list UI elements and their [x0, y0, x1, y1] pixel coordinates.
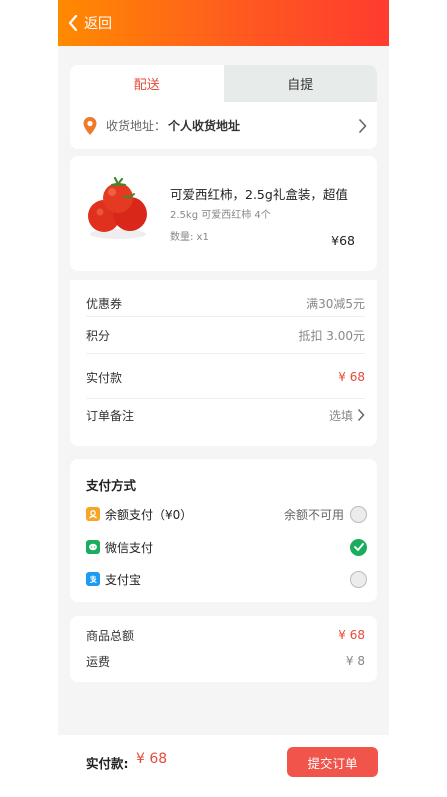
coupon-label: 优惠券: [86, 296, 123, 311]
coupon-value: 满30减5元: [306, 296, 365, 311]
product-quantity: 数量: x1: [170, 232, 209, 243]
remark-label: 订单备注: [86, 408, 135, 423]
payment-option-label: 余额支付（¥0）: [105, 507, 193, 522]
goods-total-label: 商品总额: [86, 628, 135, 643]
divider: [86, 316, 365, 317]
paid-value: ¥ 68: [338, 370, 365, 384]
shipping-row: 运费 ¥ 8: [86, 650, 365, 672]
shipping-value: ¥ 8: [345, 654, 365, 668]
points-row[interactable]: 积分 抵扣 3.00元: [86, 322, 365, 348]
tomato-image: [88, 176, 147, 239]
payment-option-balance[interactable]: 余额支付（¥0） 余额不可用: [86, 505, 367, 523]
divider: [86, 353, 365, 354]
payment-option-wechat[interactable]: 微信支付: [86, 538, 367, 556]
delivery-card: 配送 自提 收货地址： 个人收货地址: [70, 65, 377, 149]
radio-unchecked[interactable]: [350, 570, 367, 588]
payment-option-label: 支付宝: [105, 572, 142, 587]
product-card[interactable]: 可爱西红柿，2.5g礼盒装，超值 2.5kg 可爱西红柿 4个 数量: x1 ¥…: [70, 156, 377, 271]
tab-pickup[interactable]: 自提: [223, 65, 377, 102]
payment-option-alipay[interactable]: 支付宝: [86, 570, 367, 588]
product-spec: 2.5kg 可爱西红柿 4个: [170, 210, 271, 221]
alipay-icon: [86, 572, 100, 586]
submit-order-button[interactable]: 提交订单: [287, 747, 378, 777]
remark-row[interactable]: 订单备注 选填: [86, 402, 365, 428]
order-summary-card: 优惠券 满30减5元 积分 抵扣 3.00元 实付款 ¥ 68 订单备注 选填: [70, 280, 377, 446]
radio-checked[interactable]: [350, 538, 367, 556]
back-label: 返回: [84, 16, 112, 32]
delivery-tabs: 配送 自提: [70, 65, 377, 102]
location-pin-icon: [83, 116, 97, 135]
bottom-paid-amount: ¥ 68: [136, 751, 168, 767]
tab-delivery[interactable]: 配送: [70, 65, 224, 102]
bottom-paid-label: 实付款:: [86, 756, 129, 771]
goods-total-value: ¥ 68: [338, 628, 365, 642]
points-label: 积分: [86, 328, 111, 343]
paid-label: 实付款: [86, 370, 123, 385]
wechat-icon: [86, 540, 100, 554]
payment-option-label: 微信支付: [105, 540, 154, 555]
goods-total-row: 商品总额 ¥ 68: [86, 624, 365, 646]
address-label: 收货地址：: [106, 119, 167, 133]
chevron-right-icon: [358, 118, 367, 133]
divider: [86, 398, 365, 399]
back-button[interactable]: 返回: [68, 13, 112, 33]
remark-placeholder: 选填: [328, 408, 353, 423]
bottom-bar: 实付款: ¥ 68 提交订单: [58, 735, 389, 797]
checkout-page: 返回 配送 自提 收货地址： 个人收货地址 可爱西红柿，2.5g礼盒装，超值 2…: [58, 0, 389, 797]
chevron-right-icon: [357, 408, 365, 422]
header-bar: 返回: [58, 0, 389, 46]
payment-method-card: 支付方式 余额支付（¥0） 余额不可用 微信支付 支付宝: [70, 459, 377, 602]
payment-title: 支付方式: [86, 478, 137, 493]
points-value: 抵扣 3.00元: [298, 328, 365, 343]
shipping-label: 运费: [86, 654, 111, 669]
paid-row: 实付款 ¥ 68: [86, 364, 365, 390]
wallet-icon: [86, 507, 100, 521]
address-row[interactable]: 收货地址： 个人收货地址: [70, 102, 377, 149]
address-value: 个人收货地址: [168, 119, 241, 133]
product-title: 可爱西红柿，2.5g礼盒装，超值: [170, 187, 348, 202]
balance-unavailable-note: 余额不可用: [283, 507, 344, 522]
product-price: ¥68: [331, 233, 355, 248]
remark-action: 选填: [329, 407, 365, 424]
chevron-left-icon: [68, 15, 78, 31]
radio-unchecked[interactable]: [350, 505, 367, 523]
checkmark-icon: [353, 543, 364, 551]
totals-card: 商品总额 ¥ 68 运费 ¥ 8: [70, 616, 377, 682]
coupon-row[interactable]: 优惠券 满30减5元: [86, 290, 365, 316]
